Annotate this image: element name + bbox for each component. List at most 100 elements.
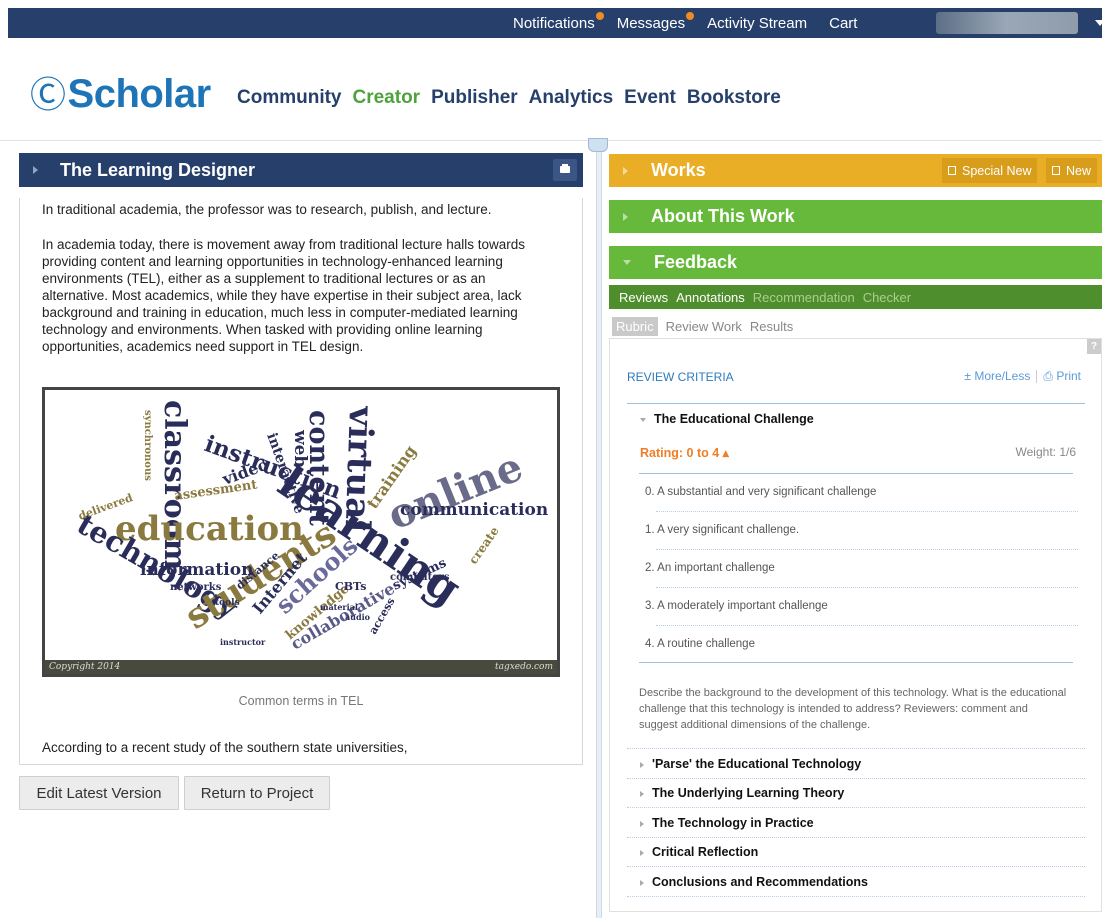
word-cloud: classroom instruction education technolo… bbox=[72, 400, 549, 653]
notifications-label: Notifications bbox=[513, 14, 595, 32]
rating-option-4[interactable]: 4. A routine challenge bbox=[645, 638, 755, 650]
nav-analytics[interactable]: Analytics bbox=[529, 87, 613, 109]
collapse-icon[interactable] bbox=[623, 260, 631, 265]
criteria-description: Describe the background to the developme… bbox=[639, 687, 1067, 731]
return-to-project-button[interactable]: Return to Project bbox=[184, 776, 330, 810]
nav-bookstore[interactable]: Bookstore bbox=[687, 87, 781, 109]
feedback-header[interactable]: Feedback bbox=[609, 246, 1102, 279]
rating-option-3[interactable]: 3. A moderately important challenge bbox=[645, 600, 828, 612]
top-nav: Notifications Messages Activity Stream C… bbox=[513, 8, 879, 38]
section-title-label: The Educational Challenge bbox=[654, 412, 814, 426]
scholar-logo[interactable]: ⒸScholar bbox=[30, 66, 211, 118]
chevron-down-icon[interactable] bbox=[1095, 20, 1102, 26]
cloud-word: instructor bbox=[220, 637, 266, 647]
weight-label: Weight: 1/6 bbox=[1015, 445, 1076, 459]
messages-label: Messages bbox=[616, 14, 686, 32]
chevron-right-icon bbox=[640, 761, 644, 768]
criteria-links: ± More/Less ⎙ Print bbox=[964, 369, 1081, 384]
section-label: 'Parse' the Educational Technology bbox=[652, 757, 862, 771]
panel-splitter[interactable] bbox=[596, 142, 602, 918]
rating-divider bbox=[639, 473, 1073, 474]
about-title: About This Work bbox=[651, 206, 795, 226]
section-separator bbox=[627, 866, 1085, 867]
chevron-down-icon bbox=[640, 417, 646, 422]
new-button[interactable]: New bbox=[1046, 158, 1098, 183]
section-separator bbox=[627, 807, 1085, 808]
tab-results[interactable]: Results bbox=[750, 319, 793, 334]
section-technology-practice[interactable]: The Technology in Practice bbox=[640, 816, 814, 830]
splitter-handle[interactable] bbox=[588, 138, 608, 152]
expand-icon[interactable] bbox=[623, 212, 628, 221]
nav-creator[interactable]: Creator bbox=[353, 87, 421, 109]
activity-stream-label: Activity Stream bbox=[707, 14, 808, 32]
panel-title: The Learning Designer bbox=[60, 159, 256, 180]
cloud-word: web bbox=[290, 429, 310, 467]
paragraph-3: According to a recent study of the south… bbox=[42, 740, 408, 755]
section-separator bbox=[627, 778, 1085, 779]
paragraph-2: In academia today, there is movement awa… bbox=[42, 237, 525, 354]
cloud-word: networks bbox=[170, 582, 222, 593]
tab-checker[interactable]: Checker bbox=[863, 290, 911, 305]
chevron-right-icon bbox=[640, 879, 644, 886]
print-link[interactable]: Print bbox=[1056, 369, 1081, 383]
messages-link[interactable]: Messages bbox=[616, 11, 695, 32]
special-new-button[interactable]: Special New bbox=[942, 158, 1038, 183]
collapse-icon[interactable] bbox=[33, 166, 38, 174]
header-divider bbox=[0, 140, 1102, 141]
nav-community[interactable]: Community bbox=[237, 87, 342, 109]
messages-badge bbox=[686, 11, 695, 20]
section-learning-theory[interactable]: The Underlying Learning Theory bbox=[640, 786, 844, 800]
top-bar: Notifications Messages Activity Stream C… bbox=[8, 8, 1102, 38]
section-parse-technology[interactable]: 'Parse' the Educational Technology bbox=[640, 757, 861, 771]
tab-rubric[interactable]: Rubric bbox=[612, 316, 658, 336]
edit-latest-version-button[interactable]: Edit Latest Version bbox=[19, 776, 179, 810]
rating-separator bbox=[656, 587, 1078, 588]
section-label: The Underlying Learning Theory bbox=[652, 786, 845, 800]
section-conclusions[interactable]: Conclusions and Recommendations bbox=[640, 875, 868, 889]
help-icon[interactable]: ? bbox=[1087, 339, 1101, 354]
main-nav: Community Creator Publisher Analytics Ev… bbox=[237, 87, 792, 109]
tab-annotations[interactable]: Annotations bbox=[676, 290, 745, 305]
works-header[interactable]: Works Special New New bbox=[609, 154, 1102, 187]
section-educational-challenge[interactable]: The Educational Challenge bbox=[640, 412, 814, 426]
image-credit: tagxedo.com bbox=[494, 662, 553, 672]
image-copyright: Copyright 2014 bbox=[49, 662, 121, 672]
cloud-word: audio bbox=[345, 612, 371, 622]
rating-separator bbox=[656, 549, 1078, 550]
learning-designer-header[interactable]: The Learning Designer bbox=[19, 153, 583, 187]
ratings-end-divider bbox=[639, 662, 1073, 663]
expand-icon[interactable] bbox=[623, 166, 628, 175]
logo-text: Scholar bbox=[67, 72, 212, 116]
rating-option-2[interactable]: 2. An important challenge bbox=[645, 562, 775, 574]
tab-recommendation[interactable]: Recommendation bbox=[753, 290, 855, 305]
cloud-word: CBTs bbox=[335, 580, 366, 593]
cloud-word: information bbox=[140, 560, 253, 580]
review-criteria-heading: REVIEW CRITERIA bbox=[627, 370, 734, 384]
nav-publisher[interactable]: Publisher bbox=[431, 87, 518, 109]
rating-range[interactable]: Rating: 0 to 4 ▴ bbox=[640, 445, 729, 460]
feedback-title: Feedback bbox=[654, 252, 738, 272]
chevron-right-icon bbox=[640, 820, 644, 827]
section-separator bbox=[627, 748, 1085, 749]
tab-review-work[interactable]: Review Work bbox=[666, 319, 742, 334]
notifications-link[interactable]: Notifications bbox=[513, 11, 604, 32]
tab-reviews[interactable]: Reviews bbox=[619, 290, 668, 305]
works-title: Works bbox=[651, 160, 706, 180]
cloud-word: virtual bbox=[337, 405, 381, 533]
print-button[interactable] bbox=[553, 159, 577, 181]
rating-option-1[interactable]: 1. A very significant challenge. bbox=[645, 524, 799, 536]
rubric-panel: ? REVIEW CRITERIA ± More/Less ⎙ Print The… bbox=[609, 338, 1102, 912]
new-label: New bbox=[1066, 163, 1092, 178]
print-icon: ⎙ bbox=[1043, 369, 1053, 383]
more-less-link[interactable]: ± More/Less bbox=[964, 369, 1030, 383]
printer-icon bbox=[560, 166, 570, 173]
user-menu[interactable] bbox=[936, 12, 1078, 34]
section-critical-reflection[interactable]: Critical Reflection bbox=[640, 845, 758, 859]
about-this-work-header[interactable]: About This Work bbox=[609, 200, 1102, 233]
activity-stream-link[interactable]: Activity Stream bbox=[707, 15, 807, 32]
cloud-word: material bbox=[320, 602, 358, 612]
document-icon bbox=[1052, 166, 1060, 175]
cart-link[interactable]: Cart bbox=[829, 15, 857, 32]
rating-option-0[interactable]: 0. A substantial and very significant ch… bbox=[645, 486, 876, 498]
nav-event[interactable]: Event bbox=[624, 87, 676, 109]
